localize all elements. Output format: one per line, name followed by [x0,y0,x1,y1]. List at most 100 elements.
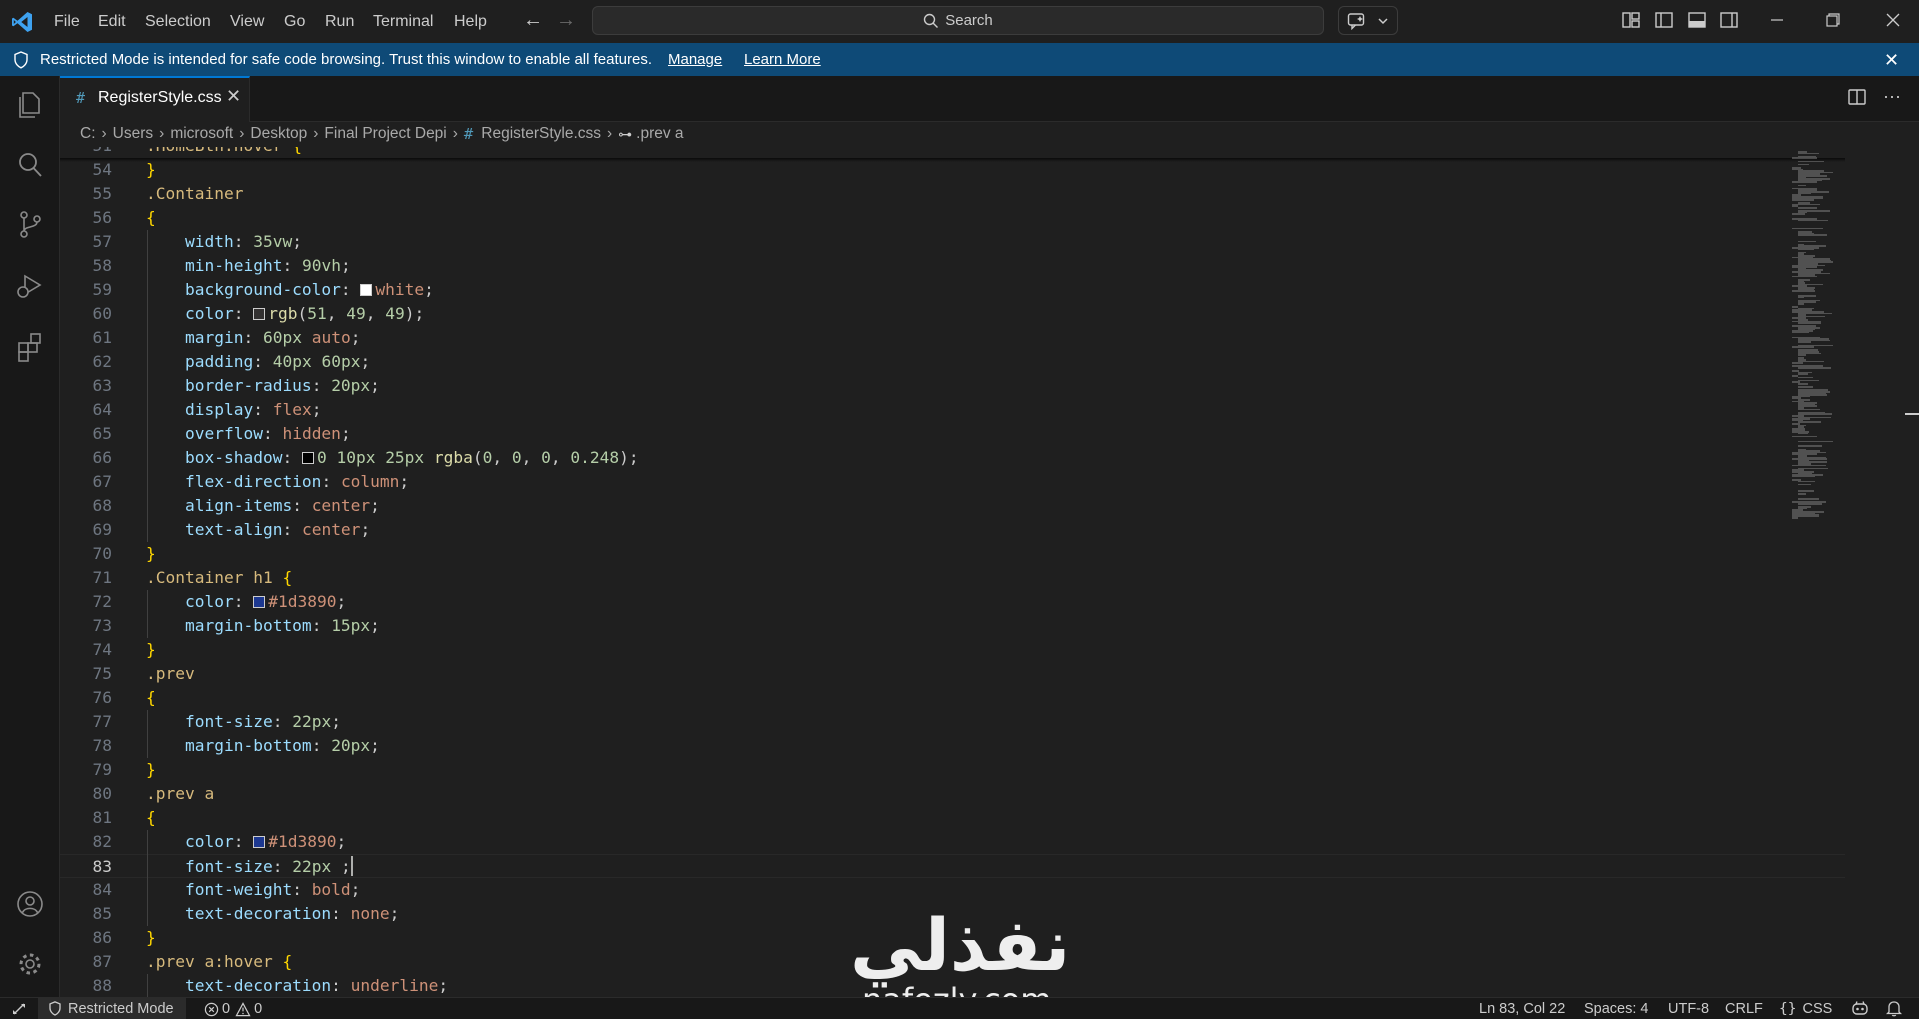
tab-close-icon[interactable]: ✕ [226,86,241,107]
code-line[interactable]: 61 margin: 60px auto; [60,326,1845,350]
line-number: 74 [92,640,113,659]
code-line[interactable]: 59 background-color: white; [60,278,1845,302]
code-text: text-align: center; [184,520,371,539]
banner-manage-link[interactable]: Manage [668,51,722,69]
tab-label: RegisterStyle.css [98,89,222,106]
run-debug-icon[interactable] [13,268,47,302]
breadcrumb-microsoft[interactable]: microsoft [170,125,233,143]
problems-status[interactable]: 0 0 [204,1000,262,1018]
search-view-icon[interactable] [13,148,47,182]
code-line[interactable]: 73 margin-bottom: 15px; [60,614,1845,638]
code-line[interactable]: 51 .HomeBtn:hover { [60,147,1845,158]
code-line[interactable]: 66 box-shadow: 0 10px 25px rgba(0, 0, 0,… [60,446,1845,470]
code-line[interactable]: 74} [60,638,1845,662]
minimap-line [1792,199,1814,201]
arrow-right-icon[interactable]: → [556,9,576,32]
menu-view[interactable]: View [230,12,264,32]
restore-icon[interactable] [1823,10,1843,30]
close-window-icon[interactable] [1883,10,1903,30]
shield-icon [49,1001,61,1016]
breadcrumb-symbol[interactable]: .prev a [636,125,683,143]
code-line[interactable]: 72 color: #1d3890; [60,590,1845,614]
menu-selection[interactable]: Selection [145,12,211,32]
code-line[interactable]: 70} [60,542,1845,566]
code-line[interactable]: 76 { [60,686,1845,710]
code-line[interactable]: 65 overflow: hidden; [60,422,1845,446]
breadcrumb-drive[interactable]: C: [80,125,96,143]
code-line[interactable]: 57 width: 35vw; [60,230,1845,254]
code-line[interactable]: 63 border-radius: 20px; [60,374,1845,398]
code-line[interactable]: 56 { [60,206,1845,230]
toggle-panel-icon[interactable] [1688,11,1706,29]
minimize-icon[interactable] [1767,10,1787,30]
color-swatch[interactable] [301,452,314,464]
code-line[interactable]: 79} [60,758,1845,782]
code-editor[interactable]: 51.HomeBtn:hover {54}55.Container56{57 w… [60,147,1845,997]
code-line[interactable]: 81 { [60,806,1845,830]
banner-close-icon[interactable]: ✕ [1884,50,1899,71]
code-line[interactable]: 80 .prev a [60,782,1845,806]
gear-icon[interactable] [13,947,47,981]
banner-learn-more-link[interactable]: Learn More [744,51,821,69]
code-line[interactable]: 58 min-height: 90vh; [60,254,1845,278]
more-actions-icon[interactable]: ··· [1883,86,1901,107]
menu-help[interactable]: Help [454,12,487,32]
breadcrumb-project-folder[interactable]: Final Project Depi [324,125,446,143]
extensions-icon[interactable] [13,330,47,364]
minimap[interactable] [1786,147,1906,997]
minimap-line [1798,163,1809,166]
color-swatch[interactable] [253,836,266,848]
code-text: { [146,208,156,227]
copilot-status-icon[interactable] [1851,1000,1869,1017]
breadcrumb-desktop[interactable]: Desktop [250,125,307,143]
menu-edit[interactable]: Edit [98,12,126,32]
code-text: .Container [146,184,244,203]
code-line[interactable]: 82 color: #1d3890; [60,830,1845,854]
accounts-icon[interactable] [13,887,47,921]
copilot-button[interactable] [1338,6,1398,35]
source-control-icon[interactable] [13,207,47,241]
indentation-status[interactable]: Spaces: 4 [1584,1000,1649,1018]
tab-registerstyle-css[interactable]: # RegisterStyle.css ✕ [60,76,250,122]
encoding-status[interactable]: UTF-8 [1668,1000,1709,1018]
code-line[interactable]: 83 font-size: 22px ; [60,854,1845,878]
menu-file[interactable]: File [54,12,80,32]
eol-status[interactable]: CRLF [1725,1000,1763,1018]
toggle-secondary-sidebar-icon[interactable] [1720,11,1738,29]
code-line[interactable]: 77 font-size: 22px; [60,710,1845,734]
explorer-icon[interactable] [13,88,47,122]
breadcrumb-file[interactable]: RegisterStyle.css [481,125,601,143]
minimap-line [1792,517,1798,519]
breadcrumb-users[interactable]: Users [113,125,153,143]
color-swatch[interactable] [360,284,373,296]
minimap-line [1798,296,1804,299]
code-line[interactable]: 62 padding: 40px 60px; [60,350,1845,374]
command-center-search[interactable]: Search [592,6,1324,35]
menu-go[interactable]: Go [284,12,305,32]
restricted-mode-status[interactable]: Restricted Mode [38,998,186,1019]
toggle-primary-sidebar-icon[interactable] [1655,11,1673,29]
line-number: 67 [92,472,113,491]
split-editor-icon[interactable] [1848,88,1866,106]
code-line[interactable]: 67 flex-direction: column; [60,470,1845,494]
code-line[interactable]: 75 .prev [60,662,1845,686]
color-swatch[interactable] [253,308,266,320]
language-mode-status[interactable]: {} CSS [1779,1000,1832,1018]
color-swatch[interactable] [253,596,266,608]
code-line[interactable]: 69 text-align: center; [60,518,1845,542]
menu-run[interactable]: Run [325,12,354,32]
remote-indicator-button[interactable] [0,998,38,1019]
code-line[interactable]: 78 margin-bottom: 20px; [60,734,1845,758]
code-line[interactable]: 64 display: flex; [60,398,1845,422]
menu-terminal[interactable]: Terminal [373,12,433,32]
code-line[interactable]: 84 font-weight: bold; [60,878,1845,902]
code-line[interactable]: 60 color: rgb(51, 49, 49); [60,302,1845,326]
arrow-left-icon[interactable]: ← [523,9,543,32]
code-line[interactable]: 68 align-items: center; [60,494,1845,518]
customize-layout-icon[interactable] [1622,11,1640,29]
code-line[interactable]: 55 .Container [60,182,1845,206]
bell-icon[interactable] [1886,1000,1902,1017]
code-line[interactable]: 71 .Container h1 { [60,566,1845,590]
cursor-position[interactable]: Ln 83, Col 22 [1479,1000,1565,1018]
code-text: text-decoration: none; [184,904,400,923]
